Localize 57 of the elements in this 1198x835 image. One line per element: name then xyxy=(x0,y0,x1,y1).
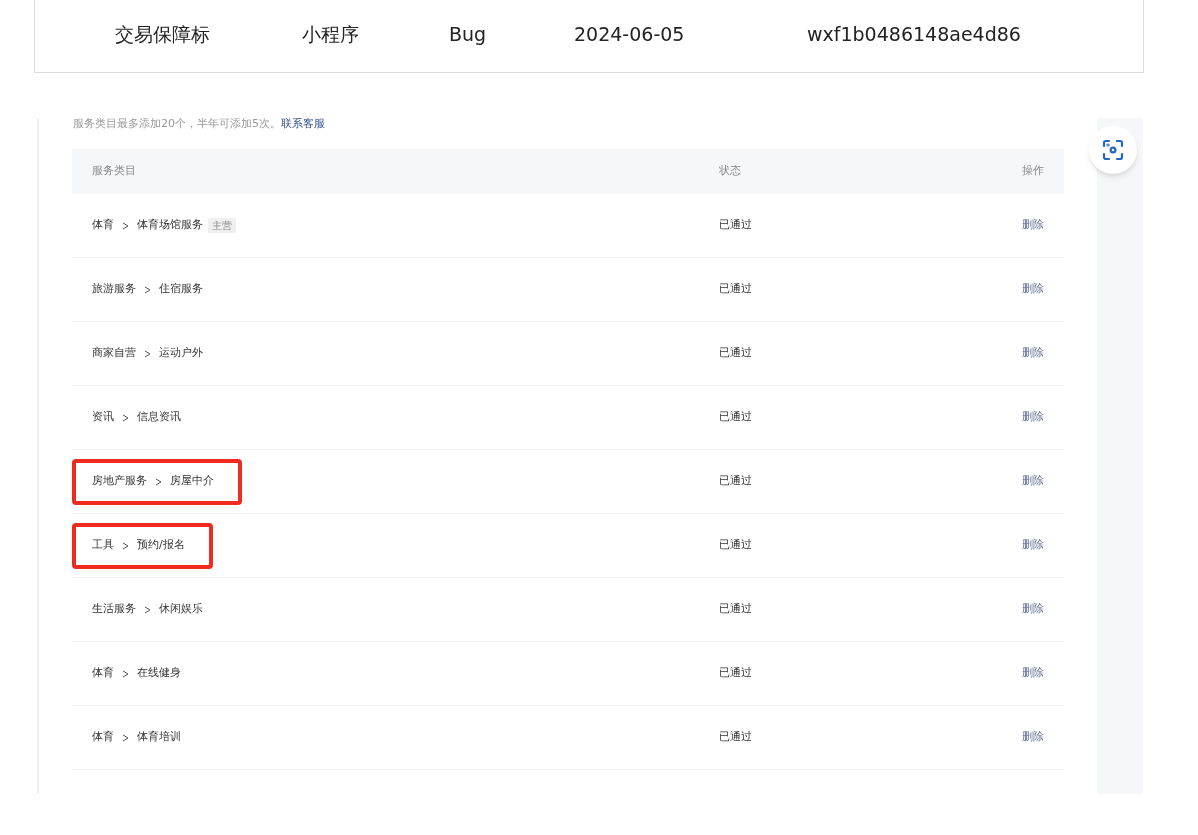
column-header: 状态 xyxy=(719,163,742,180)
delete-link[interactable]: 删除 xyxy=(1022,409,1044,426)
chevron-icon xyxy=(122,413,129,422)
category-parent: 资讯 xyxy=(92,409,114,426)
category-child: 信息资讯 xyxy=(137,409,181,426)
category-child: 住宿服务 xyxy=(159,281,203,298)
info-text: Bug xyxy=(449,21,488,47)
status-text: 已通过 xyxy=(719,602,752,616)
chevron-icon xyxy=(122,221,129,230)
category-parent: 体育 xyxy=(92,665,114,682)
delete-link[interactable]: 删除 xyxy=(1022,217,1044,234)
main-tag: 主营 xyxy=(208,218,236,233)
delete-link[interactable]: 删除 xyxy=(1022,537,1044,554)
chevron-icon xyxy=(122,733,129,742)
info-text: wxf1b0486148ae4d86 xyxy=(807,21,1022,47)
status-text: 已通过 xyxy=(719,730,752,744)
delete-link[interactable]: 删除 xyxy=(1022,473,1044,490)
delete-link[interactable]: 删除 xyxy=(1022,665,1044,682)
category-child: 休闲娱乐 xyxy=(159,601,203,618)
info-text: 小程序 xyxy=(302,21,360,47)
chevron-icon xyxy=(144,349,151,358)
contact-link[interactable]: 联系客服 xyxy=(281,118,325,130)
category-parent: 体育 xyxy=(92,729,114,746)
category-parent: 房地产服务 xyxy=(92,473,147,490)
status-text: 已通过 xyxy=(719,282,752,296)
category-parent: 商家自营 xyxy=(92,345,136,362)
chevron-icon xyxy=(122,669,129,678)
chevron-icon xyxy=(122,541,129,550)
category-parent: 体育 xyxy=(92,217,114,234)
status-text: 已通过 xyxy=(719,474,752,488)
status-text: 已通过 xyxy=(719,346,752,360)
delete-link[interactable]: 删除 xyxy=(1022,729,1044,746)
status-text: 已通过 xyxy=(719,538,752,552)
category-child: 体育场馆服务 xyxy=(137,217,203,234)
category-child: 预约/报名 xyxy=(137,537,185,554)
status-text: 已通过 xyxy=(719,218,752,232)
category-child: 房屋中介 xyxy=(170,473,214,490)
notice-text: 服务类目最多添加20个，半年可添加5次。 xyxy=(73,118,281,130)
chevron-icon xyxy=(155,477,162,486)
category-parent: 旅游服务 xyxy=(92,281,136,298)
column-header: 服务类目 xyxy=(91,163,137,180)
scan-icon xyxy=(1101,138,1125,162)
info-text: 交易保障标 xyxy=(114,21,211,47)
column-header: 操作 xyxy=(1021,163,1045,180)
category-parent: 工具 xyxy=(92,537,114,554)
status-text: 已通过 xyxy=(719,410,752,424)
category-parent: 生活服务 xyxy=(92,601,136,618)
chevron-icon xyxy=(144,285,151,294)
status-text: 已通过 xyxy=(719,666,752,680)
category-child: 运动户外 xyxy=(159,345,203,362)
category-child: 体育培训 xyxy=(137,729,181,746)
delete-link[interactable]: 删除 xyxy=(1022,345,1044,362)
category-child: 在线健身 xyxy=(137,665,181,682)
chevron-icon xyxy=(144,605,151,614)
info-text: 2024-06-05 xyxy=(574,21,686,47)
delete-link[interactable]: 删除 xyxy=(1022,281,1044,298)
delete-link[interactable]: 删除 xyxy=(1022,601,1044,618)
